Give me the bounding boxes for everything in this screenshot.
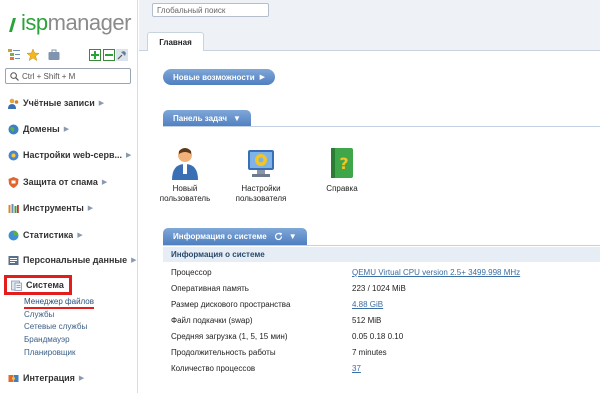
main-content: Новые возможности ▶ Панель задач ▼ Новый п… [139,51,600,393]
web-settings-icon [8,150,19,160]
nav-item-accounts[interactable]: Учётные записи ▶ [8,96,104,110]
chevron-right-icon: ▶ [98,100,105,107]
search-icon [10,71,19,81]
chart-icon [8,230,19,240]
chevron-right-icon: ▶ [126,152,132,159]
chevron-right-icon: ▶ [78,375,85,382]
news-button[interactable]: Новые возможности ▶ [163,69,276,85]
table-row: Файл подкачки (swap) 512 MiB [171,315,382,325]
disk-space-link[interactable]: 4.88 GiB [352,300,383,309]
sidebar: ispmanager Учётные записи▶ [0,0,138,393]
task-new-user[interactable]: Новый пользователь [150,146,220,204]
refresh-icon[interactable] [274,232,283,241]
expand-icon[interactable] [89,49,101,61]
system-info-table-header: Информация о системе [163,247,600,262]
global-search-input[interactable] [153,4,268,16]
briefcase-icon[interactable] [48,49,60,61]
system-info-panel-header[interactable]: Информация о системе ▼ [163,228,307,245]
task-help[interactable]: ? Справка [307,146,377,194]
top-bar [139,0,600,29]
system-icon [11,280,22,291]
tab-bar: Главная [139,29,600,52]
logo-mark-icon [9,18,16,32]
table-row: Оперативная память 223 / 1024 MiB [171,283,406,293]
chevron-down-icon: ▼ [233,114,241,123]
personal-data-icon [8,255,19,265]
svg-text:?: ? [339,154,348,173]
star-icon[interactable] [27,49,39,61]
globe-icon [8,124,19,134]
table-row: Количество процессов 37 [171,363,361,373]
task-user-settings[interactable]: Настройки пользователя [226,146,296,204]
tab-main[interactable]: Главная [147,32,204,52]
tasks-panel-divider [163,126,600,127]
nav-item-integration[interactable]: Интеграция ▶ [8,371,84,385]
chevron-down-icon: ▼ [288,232,297,241]
collapse-icon[interactable] [103,49,115,61]
nav-item-personal-data[interactable]: Персональные данные ▶ [8,253,136,267]
table-row: Продолжительность работы 7 minutes [171,347,387,357]
system-info-panel-divider [163,245,600,246]
table-row: Размер дискового пространства 4.88 GiB [171,299,384,309]
nav-item-web-settings[interactable]: Настройки web-серв... ▶ [8,148,131,162]
sub-item-network-services[interactable]: Сетевые службы [24,322,87,331]
sub-item-services[interactable]: Службы [24,310,54,319]
table-row: Средняя загрузка (1, 5, 15 мин) 0.05 0.1… [171,331,404,341]
process-count-link[interactable]: 37 [352,364,361,373]
nav-item-spam[interactable]: Защита от спама ▶ [8,175,107,189]
sidebar-search[interactable] [5,68,131,84]
cpu-link[interactable]: QEMU Virtual CPU version 2.5+ 3499.998 M… [352,268,520,277]
sub-item-scheduler[interactable]: Планировщик [24,348,75,357]
user-settings-icon [248,150,274,177]
shield-icon [8,176,19,188]
tasks-panel-header[interactable]: Панель задач ▼ [163,110,251,127]
chevron-right-icon: ▶ [259,74,266,81]
sub-item-firewall[interactable]: Брандмауэр [24,335,70,344]
nav-item-tools[interactable]: Инструменты ▶ [8,201,93,215]
chevron-right-icon: ▶ [101,179,108,186]
chevron-right-icon: ▶ [87,205,94,212]
tools-icon [8,203,19,213]
logo-text: ispmanager [21,10,131,35]
chevron-right-icon: ▶ [63,126,70,133]
integration-icon [8,374,19,382]
sub-item-file-manager[interactable]: Менеджер файлов [24,297,94,309]
sidebar-toolbar [8,49,130,65]
table-row: Процессор QEMU Virtual CPU version 2.5+ … [171,267,521,277]
logo[interactable]: ispmanager [8,7,131,35]
chevron-right-icon: ▶ [131,257,137,264]
system-info-table: Информация о системе Процессор QEMU Virt… [163,247,600,376]
nav-item-system[interactable]: Система [4,275,72,295]
sidebar-search-input[interactable] [22,71,122,81]
new-user-icon [172,148,198,180]
pin-icon[interactable] [116,49,128,61]
nav-item-stats[interactable]: Статистика ▶ [8,228,83,242]
users-icon [8,98,19,109]
nav-item-domains[interactable]: Домены ▶ [8,122,69,136]
global-search[interactable] [152,3,269,17]
help-book-icon: ? [331,148,353,178]
tree-icon[interactable] [8,49,20,61]
chevron-right-icon: ▶ [77,232,83,239]
